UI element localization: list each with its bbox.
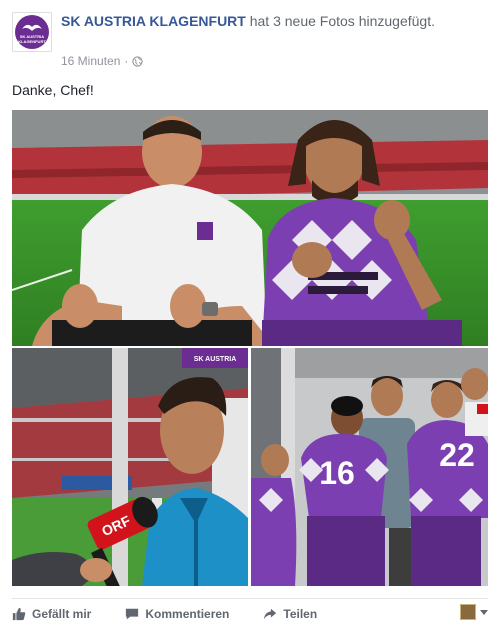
globe-icon[interactable] xyxy=(132,55,144,67)
post-meta: 16 Minuten · xyxy=(61,54,144,68)
jersey-number-16: 16 xyxy=(319,455,355,491)
banner-text: SK AUSTRIA xyxy=(194,356,237,363)
comment-button[interactable]: Kommentieren xyxy=(125,607,229,621)
post-headline: SK AUSTRIA KLAGENFURT hat 3 neue Fotos h… xyxy=(61,12,461,31)
page-name-link[interactable]: SK AUSTRIA KLAGENFURT xyxy=(61,13,246,29)
interview-image: SK AUSTRIA ORF xyxy=(12,348,248,586)
photo-interview[interactable]: SK AUSTRIA ORF xyxy=(12,348,248,586)
like-button[interactable]: Gefällt mir xyxy=(12,607,91,621)
logo-text-bottom: KLAGENFURT xyxy=(18,38,46,44)
comment-icon xyxy=(126,608,139,620)
photo-main[interactable] xyxy=(12,110,488,346)
post-action-text: hat 3 neue Fotos hinzugefügt. xyxy=(245,13,435,29)
page-avatar[interactable]: SK AUSTRIA KLAGENFURT xyxy=(12,12,52,52)
share-icon xyxy=(264,608,277,620)
jersey-number-22: 22 xyxy=(439,437,475,473)
stadium-selfie-image xyxy=(12,110,488,346)
share-label: Teilen xyxy=(283,607,318,621)
club-logo: SK AUSTRIA KLAGENFURT xyxy=(15,15,49,49)
post-as-selector[interactable] xyxy=(460,604,488,620)
team-image: 16 22 xyxy=(251,348,488,586)
action-divider xyxy=(12,598,488,599)
photo-team[interactable]: 16 22 xyxy=(251,348,488,586)
chevron-down-icon xyxy=(480,609,488,615)
viewer-avatar xyxy=(460,604,476,620)
share-button[interactable]: Teilen xyxy=(263,607,317,621)
meta-separator: · xyxy=(124,54,129,68)
timestamp-link[interactable]: 16 Minuten xyxy=(61,54,120,68)
action-bar: Gefällt mir Kommentieren Teilen xyxy=(12,603,488,625)
post-message: Danke, Chef! xyxy=(12,82,94,98)
comment-label: Kommentieren xyxy=(145,607,230,621)
thumbs-up-icon xyxy=(12,607,26,621)
like-label: Gefällt mir xyxy=(32,607,92,621)
bird-emblem-icon xyxy=(22,24,42,31)
post-card: SK AUSTRIA KLAGENFURT SK AUSTRIA KLAGENF… xyxy=(0,0,499,626)
